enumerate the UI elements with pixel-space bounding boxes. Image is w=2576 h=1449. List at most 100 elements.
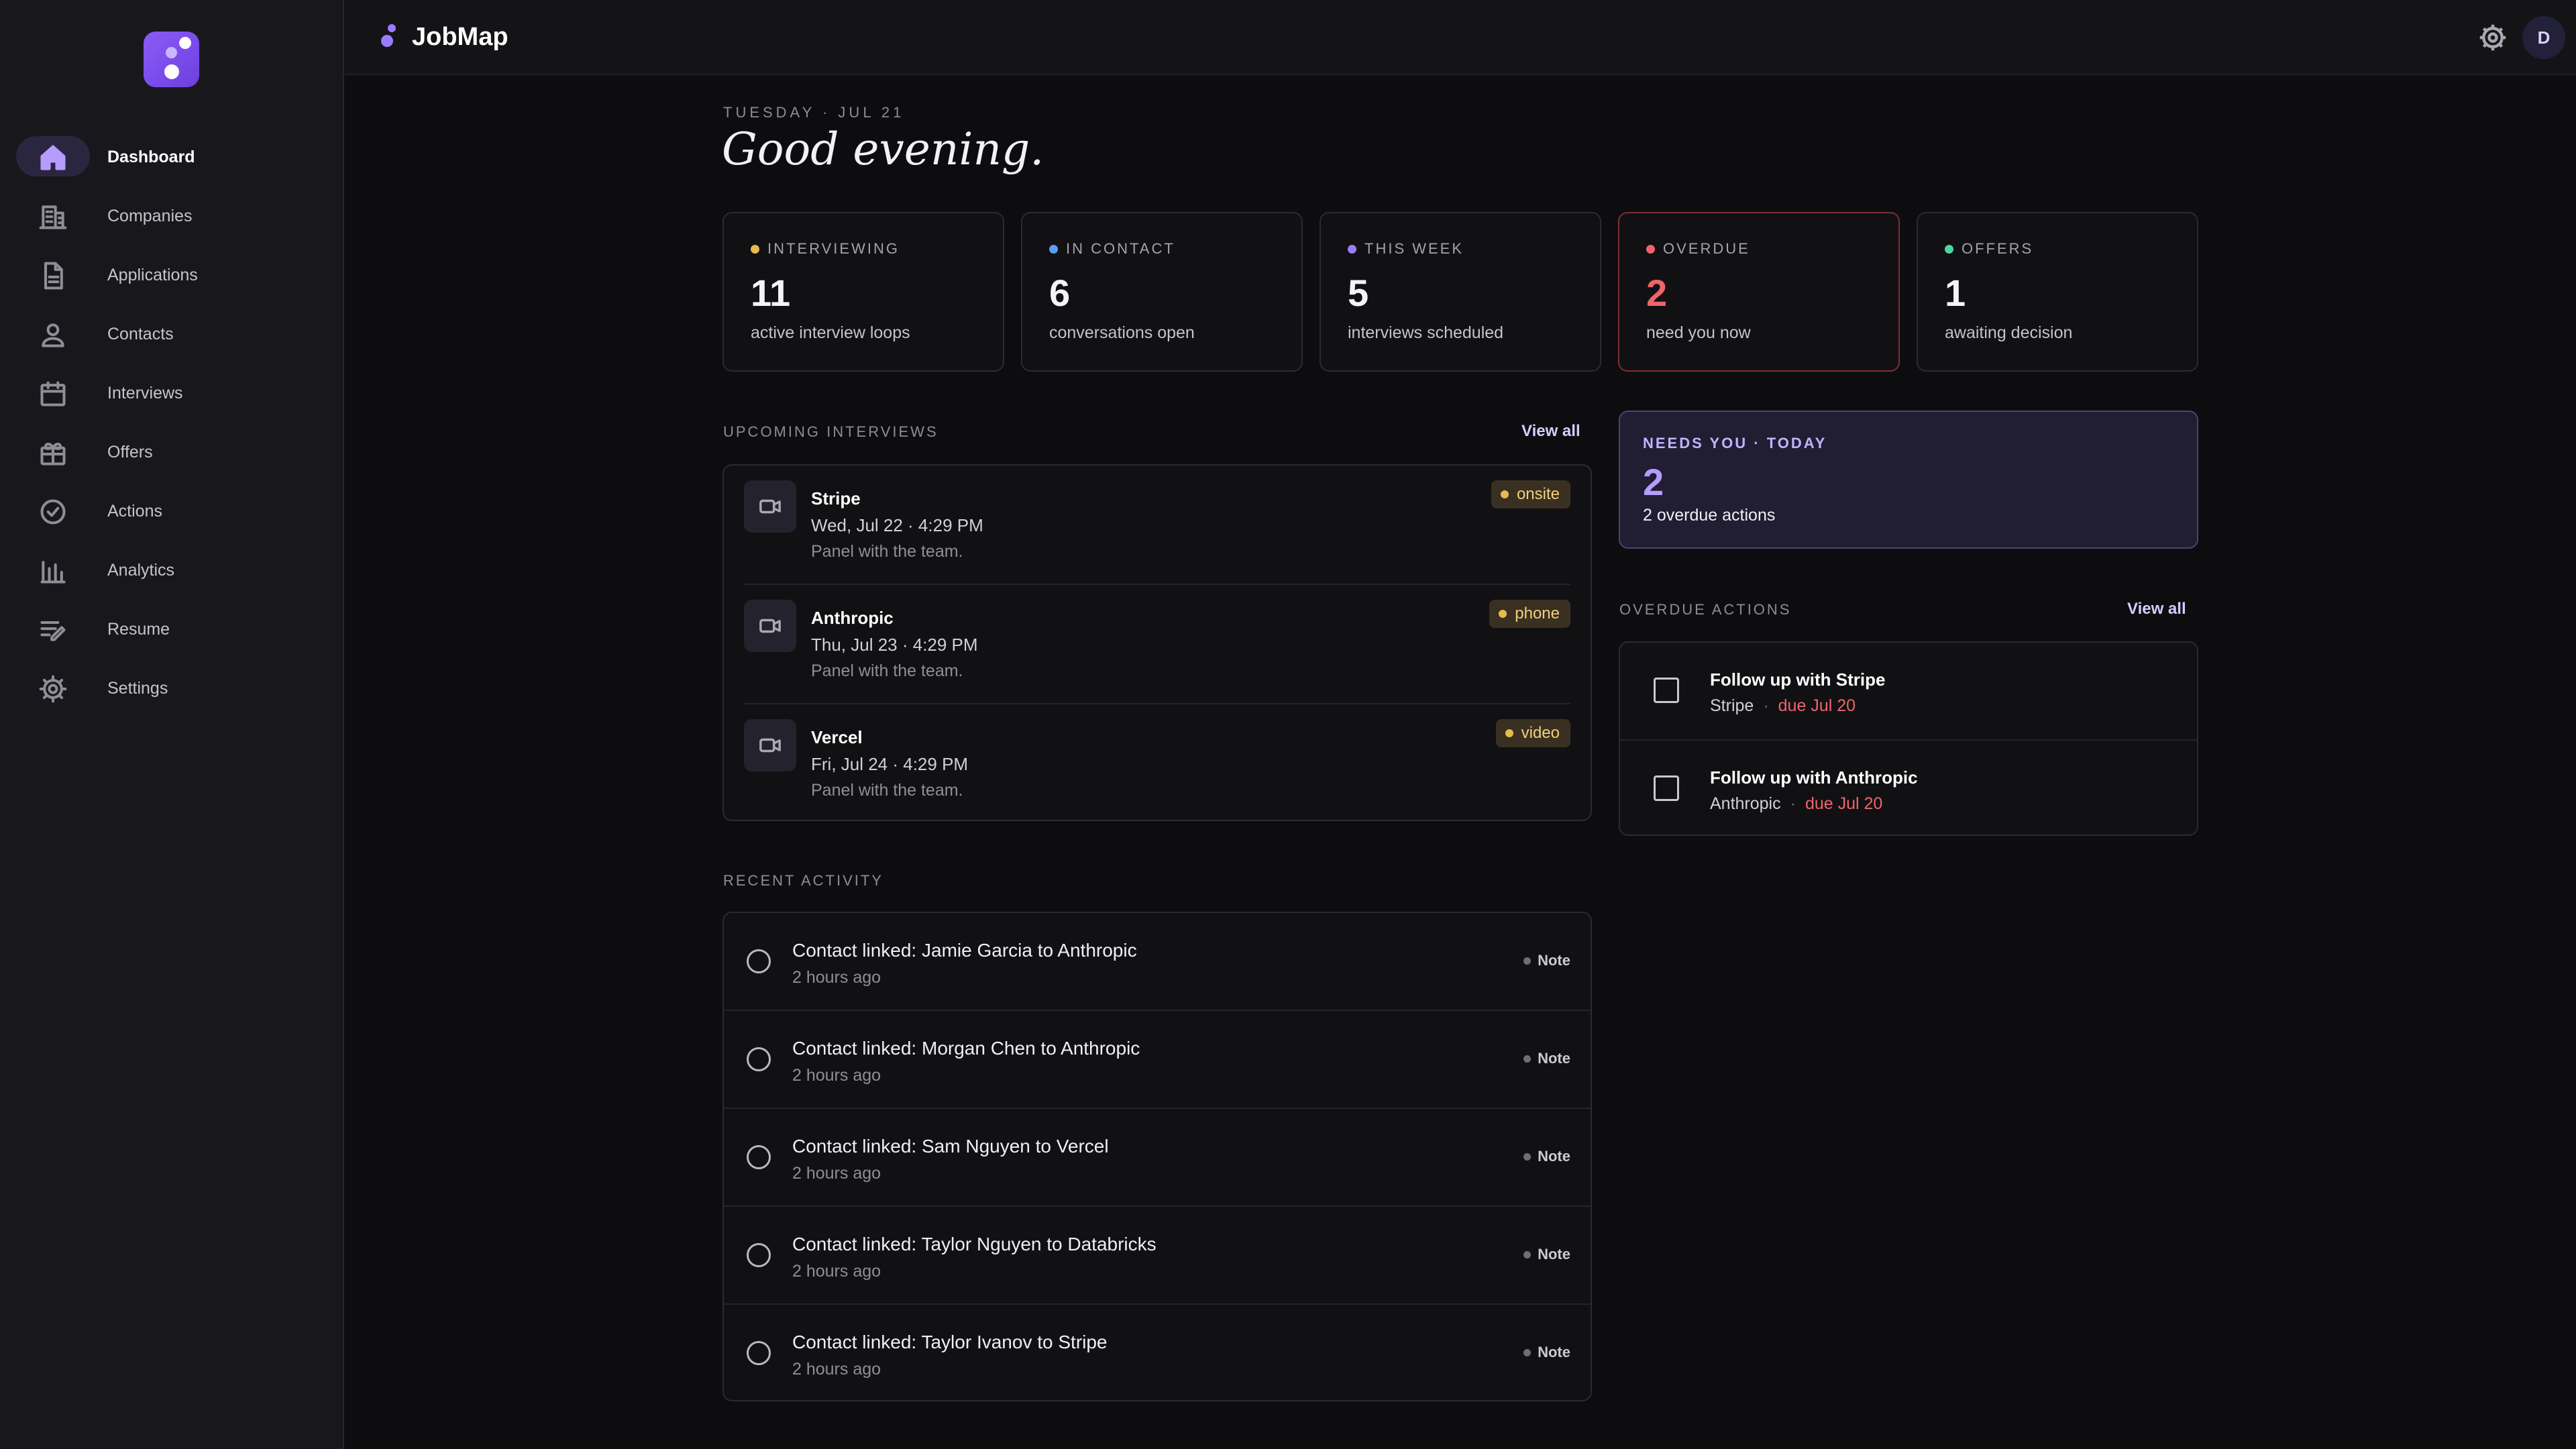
overdue-actions-panel: Follow up with Stripe Stripe · due Jul 20 … <box>1619 641 2198 836</box>
sidebar-item-label: Contacts <box>107 325 174 343</box>
action-checkbox[interactable] <box>1654 775 1679 801</box>
brand[interactable]: JobMap <box>378 21 508 52</box>
activity-time: 2 hours ago <box>792 1164 881 1183</box>
activity-row[interactable]: Contact linked: Sam Nguyen to Vercel 2 h… <box>724 1109 1591 1207</box>
activity-title: Contact linked: Jamie Garcia to Anthropi… <box>792 940 1137 961</box>
stat-card-interviewing[interactable]: INTERVIEWING 11 active interview loops <box>722 212 1004 372</box>
check-circle-icon <box>38 496 68 527</box>
needs-you-label: NEEDS YOU · TODAY <box>1643 435 1827 451</box>
stat-caption: need you now <box>1646 323 1751 342</box>
status-dot <box>751 244 759 254</box>
action-checkbox[interactable] <box>1654 678 1679 703</box>
stat-label: IN CONTACT <box>1066 240 1175 257</box>
sidebar-item-offers[interactable]: Offers <box>0 423 344 482</box>
sidebar-item-label: Applications <box>107 266 198 284</box>
sidebar-item-label: Analytics <box>107 561 175 580</box>
stat-caption: awaiting decision <box>1945 323 2073 342</box>
avatar[interactable]: D <box>2522 16 2565 59</box>
sidebar-item-label: Settings <box>107 679 168 698</box>
activity-time: 2 hours ago <box>792 1262 881 1281</box>
app-logo[interactable] <box>144 32 199 87</box>
interview-row[interactable]: Vercel Fri, Jul 24 · 4:29 PM Panel with … <box>724 704 1591 824</box>
due-date: due Jul 20 <box>1778 696 1856 715</box>
activity-status-circle-icon <box>747 1047 771 1071</box>
stat-value: 6 <box>1049 272 1071 314</box>
interview-type-badge: phone <box>1489 600 1570 628</box>
upcoming-interviews-panel: Stripe Wed, Jul 22 · 4:29 PM Panel with … <box>722 464 1592 821</box>
activity-time: 2 hours ago <box>792 968 881 987</box>
document-icon <box>38 260 68 291</box>
activity-title: Contact linked: Taylor Ivanov to Stripe <box>792 1332 1108 1352</box>
activity-title: Contact linked: Morgan Chen to Anthropic <box>792 1038 1140 1059</box>
sidebar-item-resume[interactable]: Resume <box>0 600 344 659</box>
status-dot <box>1049 244 1058 254</box>
person-icon <box>38 319 68 350</box>
status-dot <box>1945 244 1953 254</box>
stat-value: 11 <box>751 272 791 314</box>
status-dot <box>1646 244 1655 254</box>
interview-row[interactable]: Anthropic Thu, Jul 23 · 4:29 PM Panel wi… <box>724 585 1591 704</box>
sidebar-item-label: Interviews <box>107 384 183 402</box>
stat-caption: conversations open <box>1049 323 1195 342</box>
video-camera-icon <box>744 480 796 533</box>
activity-tag: Note <box>1523 1246 1570 1263</box>
edit-list-icon <box>38 614 68 645</box>
activity-row[interactable]: Contact linked: Jamie Garcia to Anthropi… <box>724 913 1591 1011</box>
action-title: Follow up with Stripe <box>1710 669 1886 690</box>
activity-status-circle-icon <box>747 1341 771 1365</box>
stat-value: 5 <box>1348 272 1369 314</box>
status-dot <box>1348 244 1356 254</box>
video-camera-icon <box>744 600 796 652</box>
activity-status-circle-icon <box>747 949 771 973</box>
home-icon <box>38 142 68 173</box>
activity-tag: Note <box>1523 1148 1570 1165</box>
gift-icon <box>38 437 68 468</box>
stat-caption: active interview loops <box>751 323 910 342</box>
interview-company: Anthropic <box>811 608 894 628</box>
needs-you-caption: 2 overdue actions <box>1643 506 1776 525</box>
due-date: due Jul 20 <box>1805 794 1883 813</box>
stat-card-offers[interactable]: OFFERS 1 awaiting decision <box>1917 212 2198 372</box>
sidebar-item-analytics[interactable]: Analytics <box>0 541 344 600</box>
sidebar-item-contacts[interactable]: Contacts <box>0 305 344 364</box>
sidebar-item-actions[interactable]: Actions <box>0 482 344 541</box>
sidebar: Dashboard Companies Applications Contact… <box>0 0 344 1449</box>
overdue-actions-title: OVERDUE ACTIONS <box>1619 601 1792 618</box>
sidebar-item-label: Offers <box>107 443 153 462</box>
needs-you-card[interactable]: NEEDS YOU · TODAY 2 2 overdue actions <box>1619 411 2198 549</box>
interview-note: Panel with the team. <box>811 542 963 561</box>
top-bar: JobMap D <box>345 0 2576 75</box>
building-icon <box>38 201 68 232</box>
activity-tag: Note <box>1523 952 1570 969</box>
activity-tag: Note <box>1523 1050 1570 1067</box>
activity-tag: Note <box>1523 1344 1570 1361</box>
activity-row[interactable]: Contact linked: Taylor Nguyen to Databri… <box>724 1207 1591 1305</box>
sidebar-item-companies[interactable]: Companies <box>0 186 344 246</box>
stat-card-in-contact[interactable]: IN CONTACT 6 conversations open <box>1021 212 1303 372</box>
sidebar-item-interviews[interactable]: Interviews <box>0 364 344 423</box>
recent-activity-panel: Contact linked: Jamie Garcia to Anthropi… <box>722 912 1592 1401</box>
overdue-action-row[interactable]: Follow up with Stripe Stripe · due Jul 20 <box>1620 643 2200 741</box>
sidebar-item-settings[interactable]: Settings <box>0 659 344 718</box>
activity-title: Contact linked: Sam Nguyen to Vercel <box>792 1136 1109 1157</box>
stat-caption: interviews scheduled <box>1348 323 1504 342</box>
activity-time: 2 hours ago <box>792 1360 881 1379</box>
sidebar-item-dashboard[interactable]: Dashboard <box>0 127 344 186</box>
activity-row[interactable]: Contact linked: Morgan Chen to Anthropic… <box>724 1011 1591 1109</box>
activity-status-circle-icon <box>747 1243 771 1267</box>
interview-row[interactable]: Stripe Wed, Jul 22 · 4:29 PM Panel with … <box>724 466 1591 585</box>
overdue-view-all-link[interactable]: View all <box>2127 600 2186 619</box>
interview-type-badge: onsite <box>1491 480 1570 508</box>
sidebar-item-label: Actions <box>107 502 162 521</box>
stat-card-this-week[interactable]: THIS WEEK 5 interviews scheduled <box>1320 212 1601 372</box>
stat-card-overdue[interactable]: OVERDUE 2 need you now <box>1618 212 1900 372</box>
interview-type-badge: video <box>1495 719 1570 747</box>
overdue-action-row[interactable]: Follow up with Anthropic Anthropic · due J… <box>1620 741 2200 839</box>
interview-time: Fri, Jul 24 · 4:29 PM <box>811 754 969 774</box>
upcoming-view-all-link[interactable]: View all <box>1521 422 1580 441</box>
activity-row[interactable]: Contact linked: Taylor Ivanov to Stripe … <box>724 1305 1591 1403</box>
stat-label: OFFERS <box>1962 240 2034 257</box>
settings-gear-icon[interactable] <box>2478 23 2508 52</box>
current-date: TUESDAY · JUL 21 <box>723 104 905 121</box>
sidebar-item-applications[interactable]: Applications <box>0 246 344 305</box>
